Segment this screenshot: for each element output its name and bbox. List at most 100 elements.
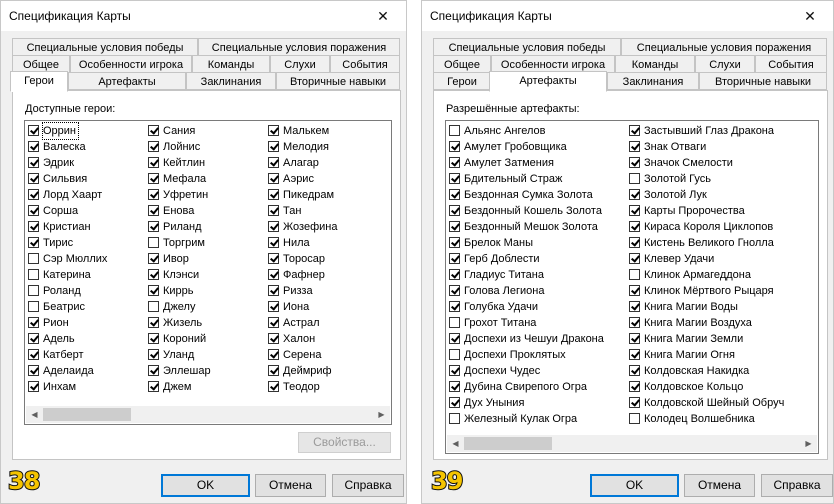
unchecked-checkbox[interactable] xyxy=(28,269,39,280)
horizontal-scrollbar[interactable]: ◀ ▶ xyxy=(447,435,817,452)
unchecked-checkbox[interactable] xyxy=(449,413,460,424)
tab-rumors[interactable]: Слухи xyxy=(695,55,755,73)
checked-checkbox[interactable] xyxy=(449,269,460,280)
tab-events[interactable]: События xyxy=(755,55,827,73)
unchecked-checkbox[interactable] xyxy=(629,269,640,280)
checked-checkbox[interactable] xyxy=(629,381,640,392)
checked-checkbox[interactable] xyxy=(268,173,279,184)
checked-checkbox[interactable] xyxy=(148,205,159,216)
checked-checkbox[interactable] xyxy=(268,205,279,216)
help-button[interactable]: Справка xyxy=(332,474,404,497)
checked-checkbox[interactable] xyxy=(148,317,159,328)
tab-teams[interactable]: Команды xyxy=(192,55,270,73)
checked-checkbox[interactable] xyxy=(449,285,460,296)
checked-checkbox[interactable] xyxy=(629,189,640,200)
scroll-left-icon[interactable]: ◀ xyxy=(447,435,464,452)
scroll-left-icon[interactable]: ◀ xyxy=(26,406,43,423)
checked-checkbox[interactable] xyxy=(629,205,640,216)
checked-checkbox[interactable] xyxy=(449,141,460,152)
unchecked-checkbox[interactable] xyxy=(148,301,159,312)
tab-secondary-skills[interactable]: Вторичные навыки xyxy=(699,72,827,90)
tab-artifacts[interactable]: Артефакты xyxy=(489,71,607,92)
scrollbar-thumb[interactable] xyxy=(464,437,552,450)
checked-checkbox[interactable] xyxy=(148,269,159,280)
tab-artifacts[interactable]: Артефакты xyxy=(68,72,186,90)
checked-checkbox[interactable] xyxy=(148,333,159,344)
checked-checkbox[interactable] xyxy=(268,157,279,168)
checked-checkbox[interactable] xyxy=(449,157,460,168)
scroll-right-icon[interactable]: ▶ xyxy=(373,406,390,423)
scrollbar-thumb[interactable] xyxy=(43,408,131,421)
checked-checkbox[interactable] xyxy=(268,285,279,296)
checked-checkbox[interactable] xyxy=(629,141,640,152)
checked-checkbox[interactable] xyxy=(629,301,640,312)
unchecked-checkbox[interactable] xyxy=(629,173,640,184)
unchecked-checkbox[interactable] xyxy=(28,301,39,312)
checked-checkbox[interactable] xyxy=(268,141,279,152)
checked-checkbox[interactable] xyxy=(449,365,460,376)
checked-checkbox[interactable] xyxy=(148,253,159,264)
tab-player-specs[interactable]: Особенности игрока xyxy=(70,55,192,73)
cancel-button[interactable]: Отмена xyxy=(255,474,326,497)
checked-checkbox[interactable] xyxy=(28,381,39,392)
checked-checkbox[interactable] xyxy=(268,381,279,392)
checked-checkbox[interactable] xyxy=(629,221,640,232)
checked-checkbox[interactable] xyxy=(449,381,460,392)
checked-checkbox[interactable] xyxy=(449,189,460,200)
checked-checkbox[interactable] xyxy=(28,141,39,152)
tab-spells[interactable]: Заклинания xyxy=(186,72,276,90)
horizontal-scrollbar[interactable]: ◀ ▶ xyxy=(26,406,390,423)
unchecked-checkbox[interactable] xyxy=(449,349,460,360)
checked-checkbox[interactable] xyxy=(268,349,279,360)
checked-checkbox[interactable] xyxy=(28,349,39,360)
checked-checkbox[interactable] xyxy=(449,301,460,312)
checked-checkbox[interactable] xyxy=(449,237,460,248)
unchecked-checkbox[interactable] xyxy=(148,237,159,248)
unchecked-checkbox[interactable] xyxy=(28,285,39,296)
checked-checkbox[interactable] xyxy=(629,349,640,360)
checked-checkbox[interactable] xyxy=(629,125,640,136)
checked-checkbox[interactable] xyxy=(28,237,39,248)
checked-checkbox[interactable] xyxy=(148,285,159,296)
checked-checkbox[interactable] xyxy=(28,189,39,200)
tab-heroes[interactable]: Герои xyxy=(433,72,491,90)
checked-checkbox[interactable] xyxy=(629,253,640,264)
checked-checkbox[interactable] xyxy=(268,189,279,200)
checked-checkbox[interactable] xyxy=(148,173,159,184)
tab-victory-conditions[interactable]: Специальные условия победы xyxy=(12,38,198,56)
checked-checkbox[interactable] xyxy=(148,157,159,168)
tab-heroes[interactable]: Герои xyxy=(10,71,68,92)
checked-checkbox[interactable] xyxy=(148,141,159,152)
scroll-right-icon[interactable]: ▶ xyxy=(800,435,817,452)
checked-checkbox[interactable] xyxy=(28,221,39,232)
tab-general[interactable]: Общее xyxy=(433,55,491,73)
checked-checkbox[interactable] xyxy=(629,285,640,296)
checked-checkbox[interactable] xyxy=(268,253,279,264)
checked-checkbox[interactable] xyxy=(629,397,640,408)
unchecked-checkbox[interactable] xyxy=(449,125,460,136)
checked-checkbox[interactable] xyxy=(449,221,460,232)
checked-checkbox[interactable] xyxy=(28,157,39,168)
checked-checkbox[interactable] xyxy=(148,365,159,376)
close-icon[interactable]: ✕ xyxy=(789,1,831,31)
help-button[interactable]: Справка xyxy=(761,474,833,497)
tab-loss-conditions[interactable]: Специальные условия поражения xyxy=(621,38,827,56)
checked-checkbox[interactable] xyxy=(449,397,460,408)
checked-checkbox[interactable] xyxy=(148,381,159,392)
properties-button[interactable]: Свойства... xyxy=(298,432,391,453)
checked-checkbox[interactable] xyxy=(268,317,279,328)
checked-checkbox[interactable] xyxy=(148,189,159,200)
checked-checkbox[interactable] xyxy=(148,221,159,232)
tab-teams[interactable]: Команды xyxy=(615,55,695,73)
checked-checkbox[interactable] xyxy=(268,333,279,344)
checked-checkbox[interactable] xyxy=(629,237,640,248)
ok-button[interactable]: OK xyxy=(161,474,250,497)
close-icon[interactable]: ✕ xyxy=(362,1,404,31)
checked-checkbox[interactable] xyxy=(449,173,460,184)
checked-checkbox[interactable] xyxy=(629,317,640,328)
tab-loss-conditions[interactable]: Специальные условия поражения xyxy=(198,38,400,56)
tab-rumors[interactable]: Слухи xyxy=(270,55,330,73)
checked-checkbox[interactable] xyxy=(629,365,640,376)
checked-checkbox[interactable] xyxy=(449,333,460,344)
unchecked-checkbox[interactable] xyxy=(28,253,39,264)
